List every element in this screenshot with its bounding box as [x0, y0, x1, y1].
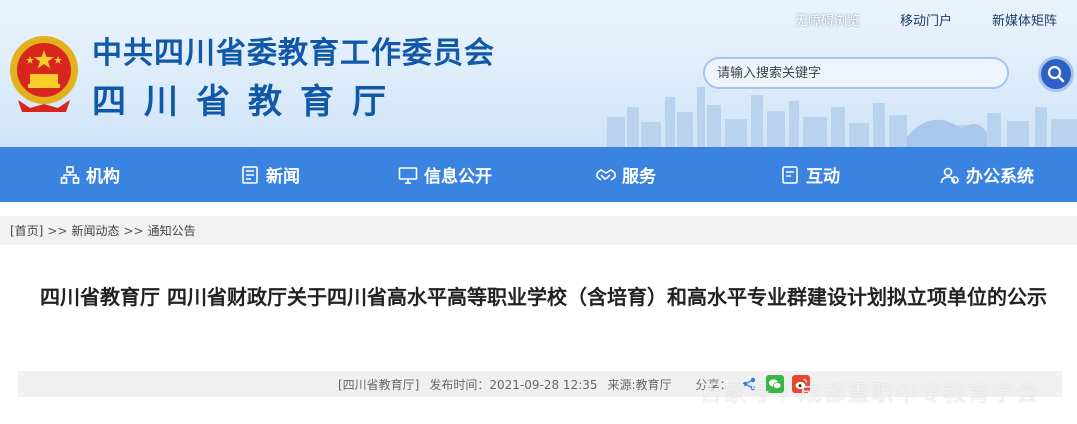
- national-emblem-icon: [10, 36, 78, 112]
- nav-label: 办公系统: [966, 167, 1034, 187]
- nav-item-office-system[interactable]: 办公系统: [940, 147, 1034, 202]
- search-button[interactable]: [1038, 56, 1074, 92]
- org-chart-icon: [60, 165, 80, 184]
- nav-item-news[interactable]: 新闻: [240, 147, 300, 202]
- nav-item-info-disclosure[interactable]: 信息公开: [398, 147, 492, 202]
- nav-label: 互动: [806, 167, 840, 187]
- breadcrumb-news[interactable]: 新闻动态: [71, 222, 119, 239]
- monitor-icon: [398, 166, 418, 184]
- breadcrumb-separator: >>: [123, 223, 144, 238]
- site-header: 中共四川省委教育工作委员会 四川省教育厅 无障碍浏览 移动门户 新媒体矩阵: [0, 0, 1077, 147]
- new-media-link[interactable]: 新媒体矩阵: [992, 10, 1057, 29]
- accessibility-link[interactable]: 无障碍浏览: [795, 10, 860, 29]
- main-nav: 机构 新闻 信息公开 服务 互动 办公系统: [0, 147, 1077, 202]
- search-icon: [1047, 65, 1065, 83]
- breadcrumb-separator: >>: [47, 223, 68, 238]
- top-links: 无障碍浏览 移动门户 新媒体矩阵: [795, 10, 1057, 29]
- nav-label: 机构: [86, 167, 120, 187]
- users-icon: [940, 167, 959, 184]
- org-subtitle: 四川省教育厅: [92, 82, 404, 122]
- handshake-icon: [596, 168, 616, 181]
- search-input[interactable]: [703, 57, 1009, 89]
- article-source-tag: [四川省教育厅]: [338, 377, 420, 392]
- article-origin: 来源:教育厅: [607, 377, 672, 392]
- nav-item-services[interactable]: 服务: [596, 147, 656, 202]
- nav-label: 新闻: [266, 167, 300, 187]
- breadcrumb-home[interactable]: [首页]: [10, 222, 43, 239]
- nav-item-organization[interactable]: 机构: [60, 147, 120, 202]
- nav-label: 信息公开: [424, 167, 492, 187]
- watermark-text: 百家号 / 成都重职中专教育学会: [700, 382, 1040, 407]
- publish-time: 发布时间：2021-09-28 12:35: [429, 377, 598, 392]
- mobile-portal-link[interactable]: 移动门户: [900, 10, 952, 29]
- nav-label: 服务: [622, 167, 656, 187]
- breadcrumb: [首页] >> 新闻动态 >> 通知公告: [0, 216, 1077, 245]
- chat-icon: [782, 165, 798, 184]
- nav-item-interaction[interactable]: 互动: [780, 147, 840, 202]
- breadcrumb-notices[interactable]: 通知公告: [148, 222, 196, 239]
- article-title: 四川省教育厅 四川省财政厅关于四川省高水平高等职业学校（含培育）和高水平专业群建…: [40, 285, 1047, 309]
- news-icon: [242, 165, 258, 184]
- org-title: 中共四川省委教育工作委员会: [92, 36, 495, 71]
